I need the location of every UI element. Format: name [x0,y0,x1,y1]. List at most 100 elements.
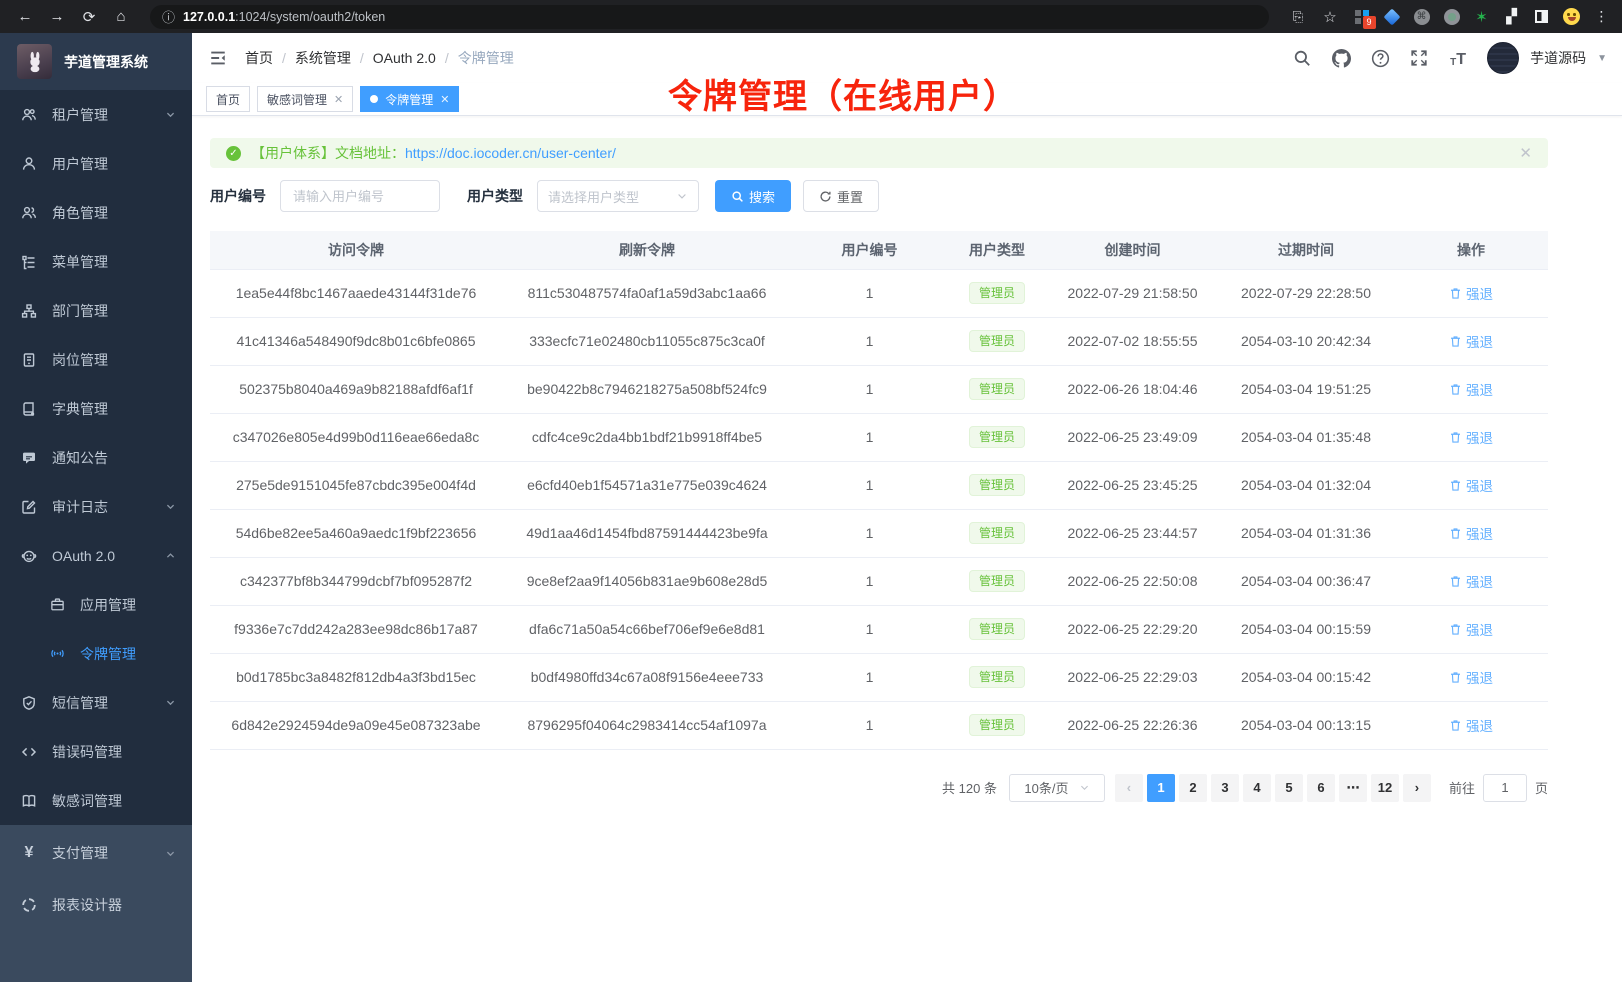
user-type-badge: 管理员 [969,378,1025,400]
user-id-input[interactable] [280,180,440,212]
github-icon[interactable] [1331,48,1351,68]
extension-emoji-icon[interactable] [1563,8,1580,25]
tag-home[interactable]: 首页 [206,86,250,112]
browser-reload-icon[interactable]: ⟳ [76,4,102,30]
page-button-12[interactable]: 12 [1371,774,1399,802]
force-logout-button[interactable]: 强退 [1449,571,1493,591]
breadcrumb-oauth[interactable]: OAuth 2.0 [373,50,436,66]
browser-home-icon[interactable]: ⌂ [108,4,134,30]
page-ellipsis-button[interactable]: ⋯ [1339,774,1367,802]
force-logout-button[interactable]: 强退 [1449,331,1493,351]
force-logout-button[interactable]: 强退 [1449,523,1493,543]
user-type-badge: 管理员 [969,474,1025,496]
sidebar-item-dict[interactable]: 字典管理 [0,384,192,433]
doc-link[interactable]: https://doc.iocoder.cn/user-center/ [405,145,616,161]
search-icon[interactable] [1292,48,1312,68]
extension-gem-icon[interactable] [1383,8,1400,25]
sidebar-item-role[interactable]: 角色管理 [0,188,192,237]
browser-back-icon[interactable]: ← [12,4,38,30]
sidebar-item-notice[interactable]: 通知公告 [0,433,192,482]
font-size-icon[interactable]: TT [1448,48,1468,68]
force-logout-button[interactable]: 强退 [1449,283,1493,303]
page-button-1[interactable]: 1 [1147,774,1175,802]
sidebar-item-sms[interactable]: 短信管理 [0,678,192,727]
force-logout-button[interactable]: 强退 [1449,619,1493,639]
force-logout-button[interactable]: 强退 [1449,667,1493,687]
force-logout-button[interactable]: 强退 [1449,475,1493,495]
app-logo [17,44,52,79]
page-button-5[interactable]: 5 [1275,774,1303,802]
sidebar-item-menu[interactable]: 菜单管理 [0,237,192,286]
user-type-badge: 管理员 [969,570,1025,592]
fullscreen-icon[interactable] [1409,48,1429,68]
col-actions: 操作 [1394,231,1548,269]
role-users-icon [21,205,37,221]
dictionary-icon [21,401,37,417]
extension-command-icon[interactable]: ⌘ [1413,8,1430,25]
browser-menu-icon[interactable]: ⋮ [1593,8,1610,25]
help-icon[interactable] [1370,48,1390,68]
search-button[interactable]: 搜索 [715,180,791,212]
reset-button[interactable]: 重置 [803,180,879,212]
extension-square-icon[interactable] [1533,8,1550,25]
page-content: ✓ 【用户体系】文档地址：https://doc.iocoder.cn/user… [192,116,1622,982]
tag-token[interactable]: 令牌管理✕ [360,86,459,112]
close-icon[interactable]: ✕ [440,93,449,106]
browser-toolbar: ← → ⟳ ⌂ ⓘ 127.0.0.1:1024/system/oauth2/t… [0,0,1622,33]
avatar[interactable] [1487,42,1519,74]
goto-page-input[interactable] [1483,774,1527,802]
sidebar-item-oauth[interactable]: OAuth 2.0 [0,531,192,580]
page-button-2[interactable]: 2 [1179,774,1207,802]
pagination: 共 120 条 10条/页 ‹ 1 2 3 4 5 6 ⋯ 12 › [210,774,1548,802]
total-count: 共 120 条 [942,778,997,797]
alert-close-icon[interactable]: ✕ [1519,144,1532,162]
site-info-icon[interactable]: ⓘ [162,7,175,26]
sidebar-item-report-designer[interactable]: 报表设计器 [0,879,192,931]
close-icon[interactable]: ✕ [334,93,343,106]
sidebar-item-audit[interactable]: 审计日志 [0,482,192,531]
col-access-token: 访问令牌 [210,231,502,269]
sidebar-item-user[interactable]: 用户管理 [0,139,192,188]
prev-page-button[interactable]: ‹ [1115,774,1143,802]
username[interactable]: 芋道源码 [1530,48,1586,68]
sensitive-book-icon [21,793,37,809]
active-dot [370,95,378,103]
sidebar-item-errorcode[interactable]: 错误码管理 [0,727,192,776]
sidebar-item-oauth-token[interactable]: 令牌管理 [0,629,192,678]
sidebar: 芋道管理系统 租户管理 用户管理 角色管理 菜单管理 部门管理 岗位管理 [0,33,192,982]
force-logout-button[interactable]: 强退 [1449,379,1493,399]
sidebar-item-pay[interactable]: ¥ 支付管理 [0,827,192,879]
tag-sensitive[interactable]: 敏感词管理✕ [257,86,353,112]
browser-forward-icon[interactable]: → [44,4,70,30]
url-path: :1024/system/oauth2/token [235,10,385,24]
extension-grid-icon[interactable]: 9 [1353,8,1370,25]
extensions-puzzle-icon[interactable]: ▞ [1503,8,1520,25]
sidebar-item-post[interactable]: 岗位管理 [0,335,192,384]
page-button-4[interactable]: 4 [1243,774,1271,802]
bookmark-star-icon[interactable]: ☆ [1317,4,1343,30]
chevron-down-icon[interactable]: ▼ [1597,53,1607,64]
page-button-6[interactable]: 6 [1307,774,1335,802]
page-button-3[interactable]: 3 [1211,774,1239,802]
breadcrumb-home[interactable]: 首页 [245,48,273,68]
share-icon[interactable]: ⎘ [1285,4,1311,30]
sidebar-item-dept[interactable]: 部门管理 [0,286,192,335]
app-logo-row[interactable]: 芋道管理系统 [0,33,192,90]
sidebar-item-sensitive[interactable]: 敏感词管理 [0,776,192,825]
sidebar-item-oauth-app[interactable]: 应用管理 [0,580,192,629]
next-page-button[interactable]: › [1403,774,1431,802]
page-size-select[interactable]: 10条/页 [1009,774,1105,802]
chevron-down-icon [165,848,176,859]
force-logout-button[interactable]: 强退 [1449,427,1493,447]
user-type-badge: 管理员 [969,618,1025,640]
sidebar-collapse-icon[interactable] [207,47,229,69]
force-logout-button[interactable]: 强退 [1449,715,1493,735]
extension-star-icon[interactable]: ✶ [1473,8,1490,25]
report-designer-icon [21,897,37,913]
table-row: 1ea5e44f8bc1467aaede43144f31de76 811c530… [210,269,1548,317]
user-type-select[interactable]: 请选择用户类型 [537,180,699,212]
extension-record-icon[interactable] [1443,8,1460,25]
sidebar-item-tenant[interactable]: 租户管理 [0,90,192,139]
address-bar[interactable]: ⓘ 127.0.0.1:1024/system/oauth2/token [150,5,1269,29]
breadcrumb-system[interactable]: 系统管理 [295,48,351,68]
